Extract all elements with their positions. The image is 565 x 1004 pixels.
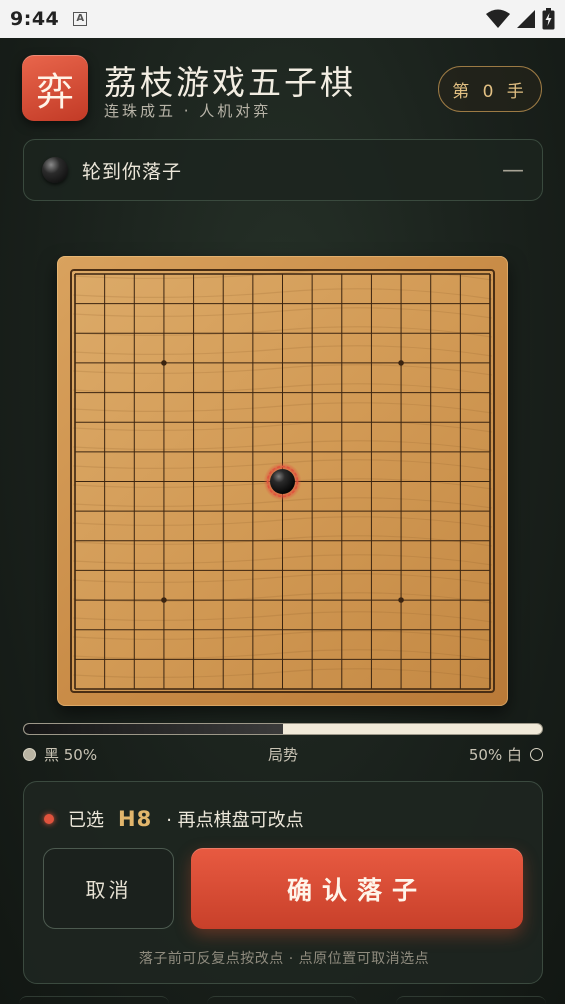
- wifi-icon: [486, 9, 510, 28]
- star-point: [398, 360, 404, 366]
- selection-prefix: 已选: [68, 810, 104, 831]
- move-counter-badge: 第 0 手: [438, 66, 542, 112]
- selection-hint: · 再点棋盘可改点: [166, 810, 304, 831]
- black-stone-icon: [42, 157, 68, 183]
- black-stone[interactable]: [270, 469, 295, 494]
- white-percentage: 50% 白: [468, 746, 522, 764]
- balance-title: 局势: [267, 746, 298, 764]
- status-bar: 9:44 A: [0, 0, 565, 38]
- app-logo: 弈: [22, 55, 88, 121]
- selection-info: 已选 H8 · 再点棋盘可改点: [44, 804, 304, 834]
- page-subtitle: 连珠成五 · 人机对弈: [104, 102, 272, 120]
- balance-bar: [23, 723, 543, 735]
- star-point: [161, 360, 167, 366]
- confirm-move-panel: 已选 H8 · 再点棋盘可改点 取消 确认落子 落子前可反复点按改点 · 点原位…: [23, 781, 543, 984]
- board-grid[interactable]: [57, 256, 508, 706]
- balance-labels: 黑 50% 局势 50% 白: [23, 744, 543, 764]
- notification-app-icon: A: [73, 12, 88, 26]
- cancel-button[interactable]: 取消: [43, 848, 174, 929]
- confirm-move-button[interactable]: 确认落子: [191, 848, 523, 929]
- turn-indicator-text: 轮到你落子: [82, 160, 183, 183]
- page-title: 荔枝游戏五子棋: [104, 63, 356, 102]
- bottom-nav-edge: [0, 996, 565, 1004]
- selection-dot-icon: [44, 814, 54, 824]
- collapse-icon[interactable]: —: [502, 158, 524, 183]
- turn-banner[interactable]: 轮到你落子 —: [23, 139, 543, 201]
- star-point: [398, 597, 404, 603]
- status-icons: [486, 8, 555, 30]
- helper-text: 落子前可反复点按改点 · 点原位置可取消选点: [138, 951, 430, 967]
- balance-bar-black-fill: [24, 724, 283, 734]
- status-time: 9:44: [10, 8, 60, 30]
- selected-coordinate: H8: [118, 807, 153, 831]
- white-dot-icon: [530, 748, 543, 761]
- battery-icon: [542, 8, 555, 30]
- gomoku-board[interactable]: [57, 256, 508, 706]
- signal-icon: [517, 10, 535, 28]
- star-point: [161, 597, 167, 603]
